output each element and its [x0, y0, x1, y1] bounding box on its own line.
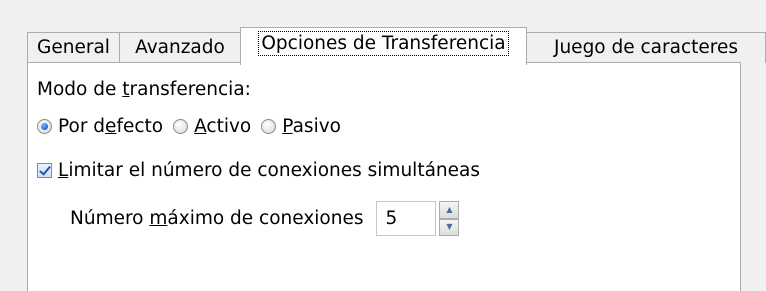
spin-up-arrow-icon[interactable]: ▲ [439, 201, 460, 219]
tab-juego-label: Juego de caracteres [554, 37, 738, 58]
tab-general-label: General [37, 37, 110, 58]
radio-unchecked-icon [261, 118, 277, 134]
tab-strip: General Avanzado Opciones de Transferenc… [27, 27, 766, 65]
tab-avanzado[interactable]: Avanzado [119, 32, 241, 63]
max-connections-label: Número máximo de conexiones [70, 208, 364, 229]
tab-panel: Modo de transferencia: Por defecto Activ… [27, 62, 741, 291]
max-connections-spinner: ▲ ▼ [439, 201, 460, 236]
radio-checked-icon [37, 118, 52, 134]
radio-por-defecto-label: Por defecto [58, 115, 164, 137]
transfer-options-dialog: General Avanzado Opciones de Transferenc… [0, 0, 766, 291]
radio-por-defecto[interactable]: Por defecto [37, 116, 163, 137]
transfer-mode-group: Por defecto Activo Pasivo [37, 113, 351, 139]
radio-unchecked-icon [173, 118, 189, 134]
radio-pasivo-label: Pasivo [282, 115, 341, 137]
max-connections-row: Número máximo de conexiones ▲ ▼ [70, 201, 460, 236]
tab-avanzado-label: Avanzado [135, 37, 225, 58]
radio-activo-label: Activo [194, 115, 252, 137]
checkbox-checked-icon [37, 163, 52, 178]
limit-connections-checkbox[interactable]: Limitar el número de conexiones simultán… [37, 160, 480, 181]
transfer-mode-label: Modo de transferencia: [37, 79, 251, 100]
tab-opciones-de-transferencia[interactable]: Opciones de Transferencia [240, 27, 527, 65]
spin-down-arrow-icon[interactable]: ▼ [439, 218, 460, 236]
tab-juego-de-caracteres[interactable]: Juego de caracteres [526, 32, 766, 63]
limit-connections-label: Limitar el número de conexiones simultán… [58, 160, 480, 181]
radio-activo[interactable]: Activo [173, 116, 251, 137]
radio-pasivo[interactable]: Pasivo [261, 116, 341, 137]
tab-general[interactable]: General [27, 32, 120, 63]
max-connections-input[interactable] [376, 201, 437, 236]
tab-opciones-label: Opciones de Transferencia [258, 31, 509, 56]
